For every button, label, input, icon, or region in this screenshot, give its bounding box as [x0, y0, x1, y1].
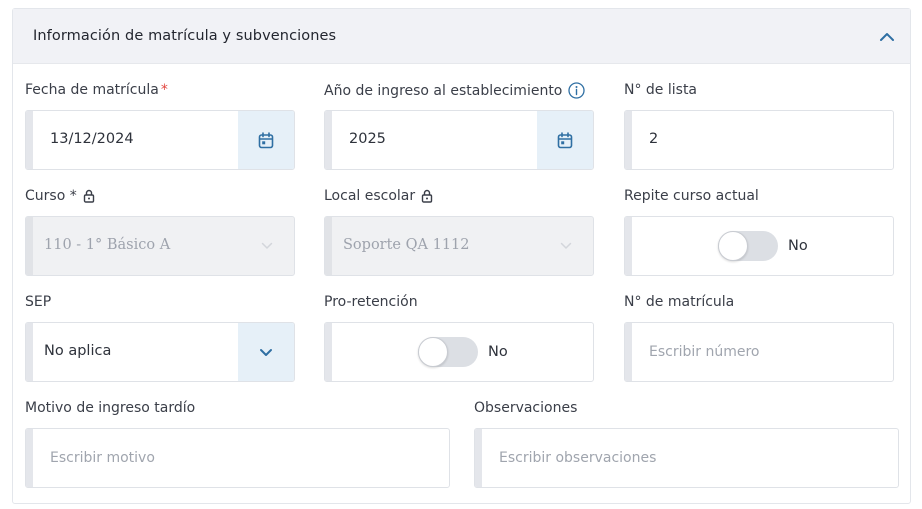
curso-select: 110 - 1° Básico A — [25, 216, 295, 276]
curso-label: Curso * — [25, 188, 95, 204]
field-stripe — [26, 111, 33, 169]
local-escolar-value: Soporte QA 1112 — [343, 237, 470, 253]
anio-ingreso-label: Año de ingreso al establecimiento — [324, 82, 586, 99]
fecha-matricula-label: Fecha de matrícula * — [25, 82, 168, 98]
motivo-ingreso-input[interactable]: Escribir motivo — [25, 428, 450, 488]
chevron-down-icon — [559, 239, 573, 253]
sep-label: SEP — [25, 294, 52, 310]
curso-value: 110 - 1° Básico A — [44, 237, 171, 253]
repite-curso-toggle[interactable]: No — [718, 231, 808, 261]
panel-header[interactable]: Información de matrícula y subvenciones — [13, 9, 910, 64]
anio-ingreso-calendar-button[interactable] — [537, 111, 593, 169]
field-stripe — [475, 429, 482, 487]
local-escolar-label: Local escolar — [324, 188, 433, 204]
pro-retencion-label: Pro-retención — [324, 294, 418, 310]
field-stripe — [625, 323, 632, 381]
chevron-down-icon — [260, 239, 274, 253]
fecha-matricula-value: 13/12/2024 — [50, 131, 134, 147]
observaciones-input[interactable]: Escribir observaciones — [474, 428, 899, 488]
field-stripe — [26, 217, 33, 275]
repite-curso-label: Repite curso actual — [624, 188, 759, 204]
pro-retencion-field: No — [324, 322, 594, 382]
fecha-matricula-label-text: Fecha de matrícula — [25, 82, 159, 98]
field-stripe — [26, 429, 33, 487]
num-matricula-placeholder: Escribir número — [649, 344, 760, 360]
repite-curso-toggle-text: No — [788, 238, 808, 254]
num-lista-value: 2 — [649, 131, 659, 147]
toggle-track — [418, 337, 478, 367]
num-lista-label: N° de lista — [624, 82, 698, 98]
field-stripe — [325, 111, 332, 169]
toggle-track — [718, 231, 778, 261]
pro-retencion-toggle[interactable]: No — [418, 337, 508, 367]
observaciones-placeholder: Escribir observaciones — [499, 450, 657, 466]
sep-dropdown-button[interactable] — [238, 323, 294, 381]
local-escolar-select: Soporte QA 1112 — [324, 216, 594, 276]
chevron-up-icon — [880, 33, 894, 41]
lock-icon — [83, 189, 95, 203]
toggle-knob — [418, 337, 448, 367]
sep-select[interactable]: No aplica — [25, 322, 295, 382]
motivo-ingreso-label: Motivo de ingreso tardío — [25, 400, 196, 416]
lock-icon — [421, 189, 433, 203]
field-stripe — [625, 217, 632, 275]
pro-retencion-toggle-text: No — [488, 344, 508, 360]
panel-title: Información de matrícula y subvenciones — [33, 28, 337, 44]
required-mark: * — [160, 82, 168, 98]
curso-label-text: Curso * — [25, 188, 77, 204]
collapse-button[interactable] — [876, 26, 898, 48]
chevron-down-icon — [260, 348, 272, 356]
info-icon — [568, 82, 586, 99]
observaciones-label: Observaciones — [474, 400, 578, 416]
anio-ingreso-info[interactable] — [568, 82, 586, 99]
repite-curso-field: No — [624, 216, 894, 276]
field-stripe — [26, 323, 33, 381]
motivo-ingreso-placeholder: Escribir motivo — [50, 450, 155, 466]
field-stripe — [625, 111, 632, 169]
field-stripe — [325, 217, 332, 275]
num-matricula-input[interactable]: Escribir número — [624, 322, 894, 382]
toggle-knob — [718, 231, 748, 261]
field-stripe — [325, 323, 332, 381]
fecha-matricula-calendar-button[interactable] — [238, 111, 294, 169]
calendar-icon — [557, 131, 573, 148]
fecha-matricula-field[interactable]: 13/12/2024 — [25, 110, 295, 170]
num-lista-field[interactable]: 2 — [624, 110, 894, 170]
num-matricula-label: N° de matrícula — [624, 294, 735, 310]
anio-ingreso-field[interactable]: 2025 — [324, 110, 594, 170]
calendar-icon — [258, 131, 274, 148]
local-escolar-label-text: Local escolar — [324, 188, 416, 204]
anio-ingreso-label-text: Año de ingreso al establecimiento — [324, 82, 563, 99]
anio-ingreso-value: 2025 — [349, 131, 386, 147]
sep-value: No aplica — [44, 343, 112, 359]
